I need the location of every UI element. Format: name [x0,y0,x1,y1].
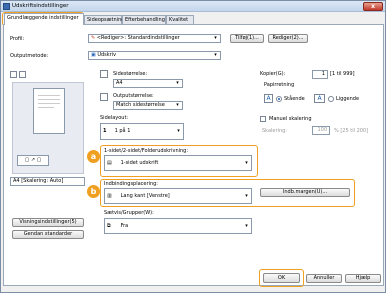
chevron-down-icon: ▾ [176,102,179,108]
page-size-value: A4 [116,80,123,86]
binding-value: Lang kant [Venstre] [120,193,170,199]
portrait-icon: A [264,94,273,103]
window-title: Udskriftsindstillinger [12,3,69,9]
duplex-select[interactable]: ▤ 1-sidet udskrift ▾ [104,155,252,171]
binding-label: Indbindingsplacering: [104,181,158,187]
close-button[interactable]: x [363,2,383,11]
collate-label: Sætvis/Grupper(W): [104,210,154,216]
callout-b-badge: b [87,185,100,198]
collate-icon: ⧉ [107,223,111,229]
binding-select[interactable]: ▥ Lang kant [Venstre] ▾ [104,188,252,204]
preview-area: ▢ ↗ ▢ [12,82,84,174]
profile-label: Profil: [10,36,25,42]
binding-icon: ▥ [107,193,112,199]
landscape-radio[interactable] [328,96,334,102]
binding-margin-button[interactable]: Indb.margen(U)... [260,188,350,197]
chevron-down-icon: ▾ [245,223,248,229]
copies-value: 1 [321,71,325,77]
ok-button[interactable]: OK [263,273,300,283]
chevron-down-icon: ▾ [245,160,248,166]
output-method-label: Outputmetode: [10,53,49,59]
portrait-radio[interactable] [276,96,282,102]
output-method-select[interactable]: ▣ Udskriv ▾ [88,51,221,60]
preview-caption-text: A4 [Skalering: Auto] [13,178,64,184]
collate-value: Fra [120,223,129,229]
chevron-down-icon: ▾ [245,193,248,199]
manual-scaling-checkbox[interactable] [260,116,266,122]
copies-input[interactable]: 1 [312,70,328,79]
title-bar: Udskriftsindstillinger x [1,1,385,12]
scaling-label: Skalering: [262,128,287,134]
output-size-label: Outputstørrelse: [113,93,154,99]
copies-label: Kopier(G): [260,71,286,77]
chevron-down-icon: ▾ [214,35,217,41]
collate-select[interactable]: ⧉ Fra ▾ [104,218,252,234]
copies-range: [1 til 999] [330,71,355,77]
page-size-label: Sidestørrelse: [113,71,148,77]
output-size-value: Match sidestørrelse [116,102,165,108]
page-layout-label: Sidelayout: [100,115,129,121]
cancel-button[interactable]: Annuller [306,274,342,283]
scaling-range: % [25 til 200] [334,128,369,134]
preview-caption: A4 [Skalering: Auto] [10,177,85,186]
output-method-value: Udskriv [97,52,117,58]
printer-icon [3,3,10,10]
landscape-icon: A [314,94,325,103]
duplex-value: 1-sidet udskrift [120,160,159,166]
print-icon: ▣ [91,52,96,58]
add-profile-button[interactable]: Tilføj(1)... [230,34,264,43]
profile-select[interactable]: ✎ <Rediger>: Standardindstillinger ▾ [88,34,221,43]
page-layout-select[interactable]: 1 1 på 1 ▾ [100,123,184,140]
page-layout-value: 1 på 1 [114,128,131,134]
page-size-icon [100,70,108,78]
page-flip-icon[interactable]: ▢ ↗ ▢ [17,155,49,166]
chevron-down-icon: ▾ [214,52,217,58]
portrait-label: Stående [284,96,305,102]
output-size-icon [100,93,108,101]
page-size-select[interactable]: A4 ▾ [113,79,183,88]
chevron-down-icon: ▾ [176,80,179,86]
profile-value: <Rediger>: Standardindstillinger [96,35,180,41]
one-sided-icon: ▤ [107,160,112,166]
scaling-value: 100 [317,127,327,133]
page-layout-icon: 1 [103,128,107,134]
printer-view-icon[interactable] [19,71,26,78]
output-size-select[interactable]: Match sidestørrelse ▾ [113,101,183,110]
manual-scaling-label: Manuel skalering [269,116,312,122]
landscape-label: Liggende [336,96,360,102]
orientation-label: Papirretning [264,82,295,88]
page-preview [33,88,65,134]
restore-defaults-button[interactable]: Gendan standarder [12,230,84,239]
duplex-label: 1-sidet/2-sidet/Folderudskrivning: [104,148,189,154]
callout-a-badge: a [87,150,100,163]
tab-basic-settings[interactable]: Grundlæggende indstillinger [4,13,84,25]
scaling-input[interactable]: 100 [312,126,330,135]
chevron-down-icon: ▾ [177,128,180,134]
pencil-icon: ✎ [91,35,96,41]
help-button[interactable]: Hjælp [345,274,381,283]
edit-profile-button[interactable]: Rediger(2)... [268,34,308,43]
preview-mode-icon[interactable] [10,71,17,78]
view-settings-button[interactable]: Visningsindstillinger(5) [12,218,84,227]
